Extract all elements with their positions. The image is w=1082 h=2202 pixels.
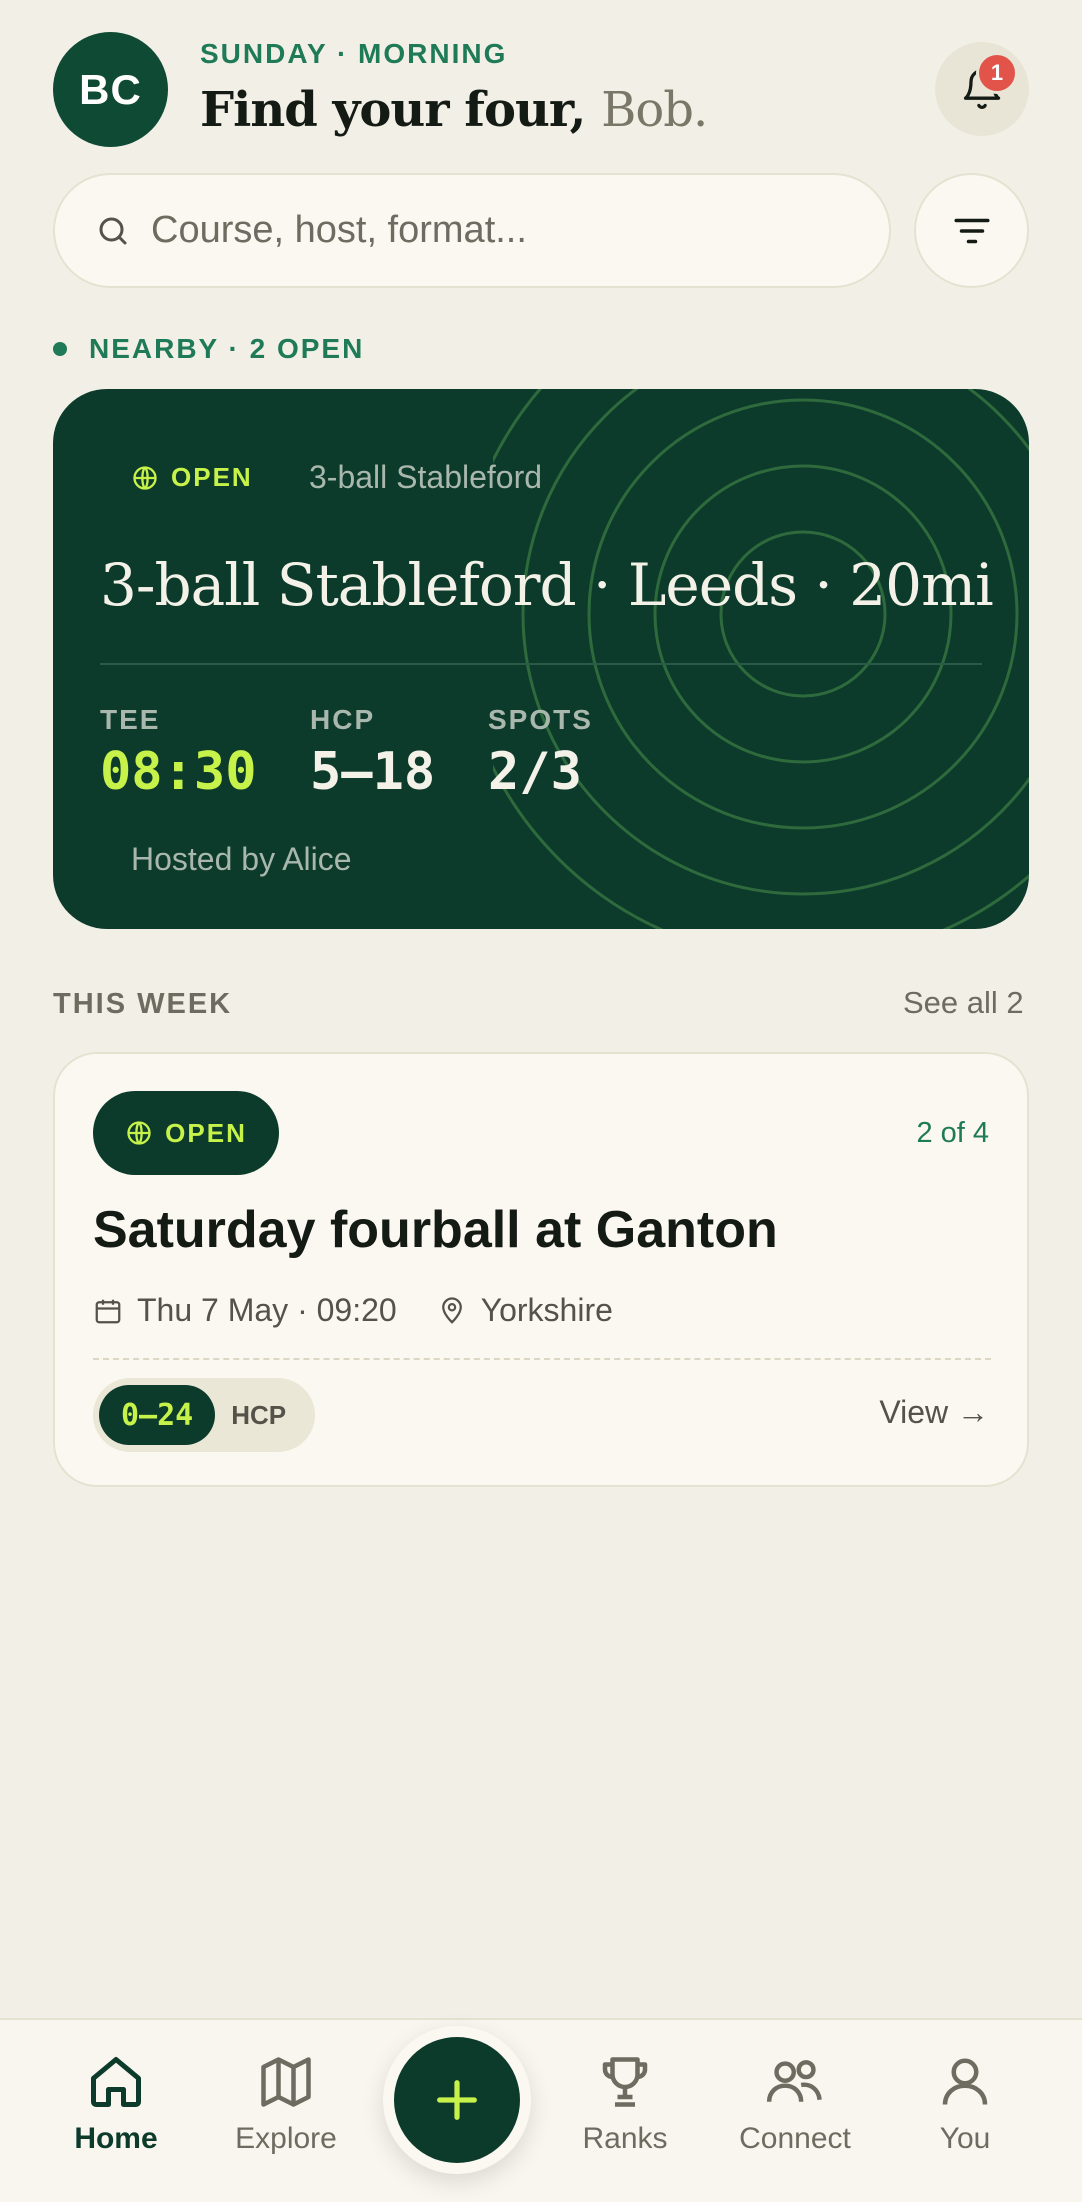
view-event-link[interactable]: View → <box>879 1394 989 1431</box>
create-game-button[interactable] <box>383 2026 531 2174</box>
nav-home[interactable]: Home <box>41 2052 191 2156</box>
day-period-label: SUNDAY · MORNING <box>200 38 508 69</box>
hcp-unit: HCP <box>231 1399 287 1430</box>
spots-count: 2 of 4 <box>916 1117 989 1149</box>
open-status-pill: OPEN <box>93 1091 279 1175</box>
map-pin-icon <box>441 1296 462 1324</box>
featured-title: 3-ball Stableford · Leeds · 20mi <box>100 551 994 619</box>
featured-game-card[interactable]: OPEN 3-ball Stableford 3-ball Stableford… <box>53 389 1029 929</box>
filter-button[interactable] <box>914 173 1029 288</box>
notification-badge: 1 <box>976 52 1018 94</box>
greeting-title: Find your four, Bob. <box>200 82 708 138</box>
divider <box>100 663 982 665</box>
hcp-range: 0–24 <box>99 1385 216 1445</box>
hcp-range-chip: 0–24 HCP <box>93 1378 315 1452</box>
this-week-heading: THIS WEEK <box>53 988 233 1020</box>
event-meta: Thu 7 May · 09:20 Yorkshire <box>93 1292 613 1329</box>
status-text: OPEN <box>165 1117 247 1148</box>
nav-label: Home <box>74 2122 158 2155</box>
fab-inner <box>394 2037 520 2163</box>
stat-value: 5–18 <box>310 742 436 802</box>
user-name: Bob. <box>601 82 708 138</box>
globe-icon <box>133 465 157 490</box>
globe-icon <box>127 1121 151 1145</box>
event-location: Yorkshire <box>480 1292 613 1328</box>
open-status-pill: OPEN <box>131 462 253 493</box>
target-rings-decoration <box>493 389 1029 929</box>
divider <box>93 1358 991 1360</box>
plus-icon <box>437 2080 477 2120</box>
event-location-group: Yorkshire <box>437 1292 613 1329</box>
filter-icon <box>954 218 989 243</box>
search-input[interactable] <box>151 209 831 252</box>
nav-explore[interactable]: Explore <box>211 2052 361 2156</box>
nav-ranks[interactable]: Ranks <box>550 2052 700 2156</box>
status-text: OPEN <box>171 462 253 492</box>
nav-label: Ranks <box>582 2122 668 2155</box>
avatar[interactable]: BC <box>53 32 168 147</box>
users-icon <box>766 2060 822 2102</box>
stat-value: 2/3 <box>488 742 582 802</box>
nav-label: Connect <box>739 2122 851 2155</box>
format-label: 3-ball Stableford <box>309 459 543 495</box>
stat-label: TEE <box>100 704 161 735</box>
nav-label: You <box>939 2122 991 2155</box>
nearby-section-label: NEARBY · 2 OPEN <box>53 333 364 365</box>
calendar-icon <box>95 1299 121 1323</box>
event-card[interactable]: OPEN 2 of 4 Saturday fourball at Ganton … <box>53 1052 1029 1487</box>
stat-label: SPOTS <box>488 704 593 735</box>
nav-you[interactable]: You <box>890 2052 1040 2156</box>
nearby-label-text: NEARBY · 2 OPEN <box>89 333 365 364</box>
nav-label: Explore <box>235 2122 337 2155</box>
tee-stat: TEE 08:30 <box>100 704 257 802</box>
map-icon <box>261 2057 311 2107</box>
home-icon <box>91 2057 141 2107</box>
stat-label: HCP <box>310 704 376 735</box>
user-icon <box>942 2058 988 2105</box>
notifications-button[interactable] <box>935 42 1029 136</box>
greeting-text: Find your four, <box>200 82 586 138</box>
spots-stat: SPOTS 2/3 <box>488 704 593 802</box>
nav-connect[interactable]: Connect <box>720 2052 870 2156</box>
event-title: Saturday fourball at Ganton <box>93 1201 778 1259</box>
stat-value: 08:30 <box>100 742 257 802</box>
search-bar[interactable] <box>53 173 891 288</box>
live-dot <box>53 342 67 356</box>
search-icon <box>99 217 127 244</box>
event-date: Thu 7 May · 09:20 <box>137 1292 397 1328</box>
trophy-icon <box>602 2057 648 2107</box>
hcp-stat: HCP 5–18 <box>310 704 435 802</box>
see-all-link[interactable]: See all 2 <box>903 985 1024 1021</box>
host-label: Hosted by Alice <box>131 841 352 877</box>
home-screen: BC SUNDAY · MORNING Find your four, Bob.… <box>0 0 1082 2202</box>
